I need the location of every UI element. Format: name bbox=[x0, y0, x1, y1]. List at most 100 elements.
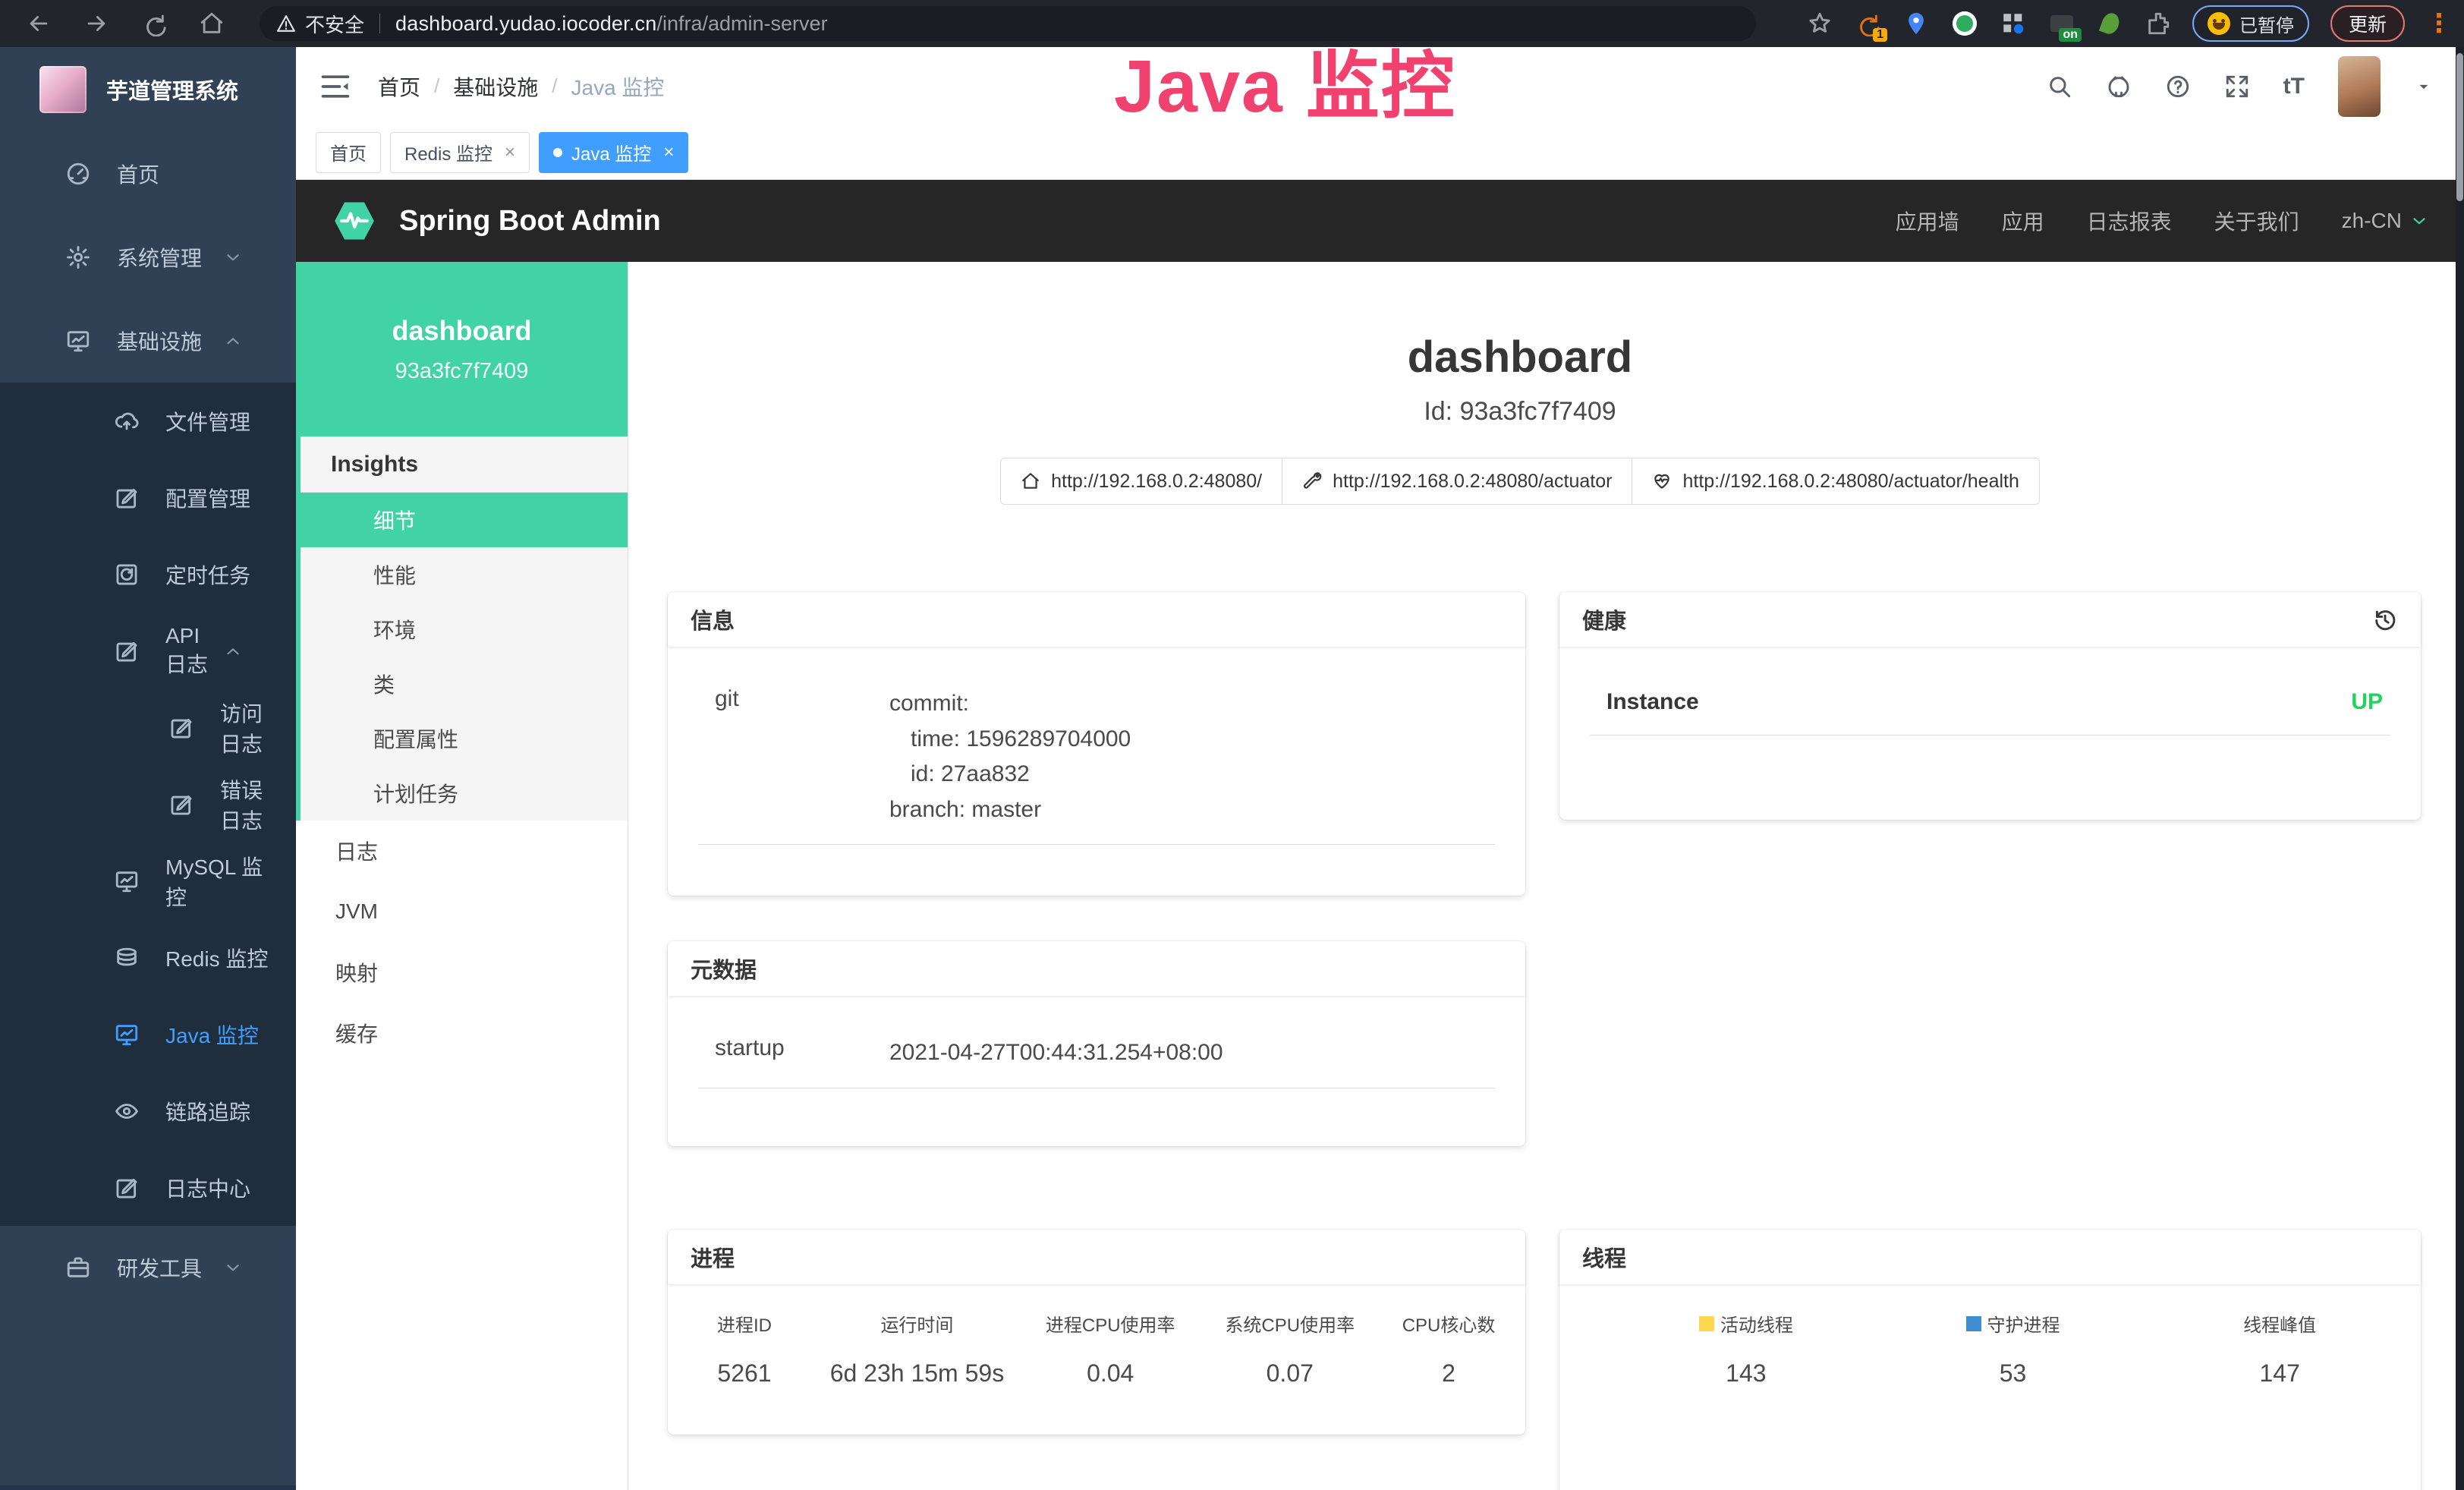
service-url-button[interactable]: http://192.168.0.2:48080/ bbox=[1000, 458, 1282, 505]
sidebar-item-label: 首页 bbox=[117, 159, 159, 189]
sidebar-item-mysql-monitor[interactable]: MySQL 监控 bbox=[0, 843, 296, 919]
extension-grid-icon[interactable] bbox=[2000, 10, 2027, 37]
stat-label: 进程ID bbox=[675, 1310, 813, 1337]
forward-icon[interactable] bbox=[83, 11, 109, 36]
page-scrollbar[interactable] bbox=[2456, 47, 2464, 1490]
sidebar-item-api-log[interactable]: API 日志 bbox=[0, 613, 296, 689]
sidebar-item-label: MySQL 监控 bbox=[165, 851, 269, 912]
sba-nav-wallboard[interactable]: 应用墙 bbox=[1896, 206, 1959, 236]
sidebar-item-log-center[interactable]: 日志中心 bbox=[0, 1149, 296, 1226]
help-icon[interactable] bbox=[2165, 74, 2191, 99]
sba-menu-classes[interactable]: 类 bbox=[301, 657, 628, 711]
stat-value: 143 bbox=[1613, 1359, 1880, 1388]
monitor-icon bbox=[114, 868, 140, 894]
sidebar-item-label: 链路追踪 bbox=[165, 1096, 250, 1126]
edit-icon bbox=[114, 638, 140, 664]
refresh-icon[interactable] bbox=[141, 11, 167, 36]
sidebar-item-file-manage[interactable]: 文件管理 bbox=[0, 383, 296, 459]
browser-home-icon[interactable] bbox=[199, 11, 225, 36]
threads-stats: 活动线程 143 守护进程 53 线程峰值 147 bbox=[1559, 1284, 2421, 1395]
font-size-icon[interactable]: tT bbox=[2283, 74, 2305, 99]
avatar-caret-icon[interactable] bbox=[2414, 77, 2434, 96]
sidebar-item-system[interactable]: 系统管理 bbox=[0, 216, 296, 299]
extension-colorzilla-icon[interactable]: 1 bbox=[1854, 10, 1881, 37]
app-logo-row[interactable]: 芋道管理系统 bbox=[0, 47, 296, 132]
stat-live-threads: 活动线程 143 bbox=[1613, 1310, 1880, 1388]
legend-live-threads-swatch bbox=[1699, 1316, 1714, 1331]
sba-menu-config-props[interactable]: 配置属性 bbox=[301, 711, 628, 766]
close-icon[interactable]: × bbox=[505, 142, 515, 163]
insights-group: Insights 细节 性能 环境 类 配置属性 计划任务 bbox=[296, 436, 628, 821]
sba-menu-jvm[interactable]: JVM bbox=[296, 881, 628, 942]
tab-redis-monitor[interactable]: Redis 监控 × bbox=[390, 132, 530, 173]
extension-pin-icon[interactable] bbox=[1902, 10, 1930, 37]
scrollbar-thumb[interactable] bbox=[2456, 53, 2463, 201]
sidebar-item-infra[interactable]: 基础设施 bbox=[0, 299, 296, 383]
metadata-card-title: 元数据 bbox=[691, 953, 757, 984]
hamburger-icon[interactable] bbox=[319, 70, 352, 103]
stat-value: 0.07 bbox=[1200, 1359, 1380, 1388]
sba-menu-environment[interactable]: 环境 bbox=[301, 602, 628, 657]
extension-leaf-icon[interactable] bbox=[2097, 10, 2124, 37]
address-bar[interactable]: 不安全 dashboard.yudao.iocoder.cn /infra/ad… bbox=[260, 6, 1756, 41]
health-url-button[interactable]: http://192.168.0.2:48080/actuator/health bbox=[1632, 458, 2039, 505]
tab-label: Redis 监控 bbox=[404, 139, 492, 165]
stat-uptime: 运行时间 6d 23h 15m 59s bbox=[813, 1310, 1021, 1388]
insights-section-title: Insights bbox=[301, 436, 628, 493]
close-icon[interactable]: × bbox=[663, 142, 674, 163]
sba-instance-sidebar: dashboard 93a3fc7f7409 Insights 细节 性能 环境… bbox=[296, 262, 628, 1490]
health-instance-row: Instance UP bbox=[1590, 666, 2390, 736]
sidebar-item-tracing[interactable]: 链路追踪 bbox=[0, 1073, 296, 1149]
back-icon[interactable] bbox=[26, 11, 52, 36]
sidebar-item-config-manage[interactable]: 配置管理 bbox=[0, 459, 296, 536]
sba-nav-about[interactable]: 关于我们 bbox=[2214, 206, 2299, 236]
dashboard-icon bbox=[65, 161, 91, 187]
wrench-icon bbox=[1302, 471, 1322, 491]
sba-nav-journal[interactable]: 日志报表 bbox=[2087, 206, 2172, 236]
sba-menu-logging[interactable]: 日志 bbox=[296, 821, 628, 881]
sba-locale-select[interactable]: zh-CN bbox=[2342, 209, 2429, 233]
health-card: 健康 Instance UP bbox=[1559, 592, 2421, 820]
history-icon[interactable] bbox=[2372, 606, 2398, 632]
github-icon[interactable] bbox=[2106, 74, 2132, 99]
sba-menu-caches[interactable]: 缓存 bbox=[296, 1003, 628, 1063]
actuator-url-button[interactable]: http://192.168.0.2:48080/actuator bbox=[1282, 458, 1632, 505]
search-icon[interactable] bbox=[2047, 74, 2072, 99]
extension-switch-icon[interactable]: on bbox=[2048, 10, 2075, 37]
extension-green-icon[interactable] bbox=[1951, 10, 1978, 37]
sba-nav-applications[interactable]: 应用 bbox=[2002, 206, 2044, 236]
sidebar-item-cron-job[interactable]: 定时任务 bbox=[0, 536, 296, 613]
sba-menu-scheduled-tasks[interactable]: 计划任务 bbox=[301, 766, 628, 821]
threads-chart: 140 120 100 bbox=[1559, 1433, 2421, 1490]
browser-update-button[interactable]: 更新 bbox=[2330, 5, 2405, 42]
breadcrumb-separator: / bbox=[552, 74, 557, 98]
info-card: 信息 git commit: time: 1596289704000 id: 2… bbox=[668, 592, 1525, 896]
sidebar-item-access-log[interactable]: 访问日志 bbox=[0, 689, 296, 766]
user-avatar[interactable] bbox=[2338, 56, 2381, 117]
sba-menu-metrics[interactable]: 性能 bbox=[301, 547, 628, 602]
sidebar-item-dev-tools[interactable]: 研发工具 bbox=[0, 1226, 296, 1309]
tab-home[interactable]: 首页 bbox=[316, 132, 381, 173]
git-time-line: time: 1596289704000 bbox=[889, 722, 1495, 758]
profile-paused-chip[interactable]: 已暂停 bbox=[2192, 5, 2309, 42]
sba-logo-icon[interactable] bbox=[331, 197, 378, 244]
browser-menu-icon[interactable]: ⋮ bbox=[2426, 11, 2452, 36]
sba-main-content: dashboard Id: 93a3fc7f7409 http://192.16… bbox=[629, 262, 2456, 1490]
sidebar-item-home[interactable]: 首页 bbox=[0, 132, 296, 216]
bookmark-star-icon[interactable] bbox=[1807, 11, 1833, 36]
sidebar-item-java-monitor[interactable]: Java 监控 bbox=[0, 996, 296, 1073]
sba-brand[interactable]: Spring Boot Admin bbox=[399, 205, 661, 238]
breadcrumb-home[interactable]: 首页 bbox=[378, 71, 420, 102]
breadcrumb-infra[interactable]: 基础设施 bbox=[453, 71, 538, 102]
sidebar-bottom-strip bbox=[0, 1485, 296, 1490]
sba-menu-mappings[interactable]: 映射 bbox=[296, 942, 628, 1003]
page-subtitle: Id: 93a3fc7f7409 bbox=[629, 397, 2411, 427]
extensions-puzzle-icon[interactable] bbox=[2145, 11, 2171, 36]
tab-java-monitor[interactable]: Java 监控 × bbox=[539, 132, 688, 173]
sidebar-item-error-log[interactable]: 错误日志 bbox=[0, 766, 296, 843]
fullscreen-icon[interactable] bbox=[2224, 74, 2250, 99]
instance-header[interactable]: dashboard 93a3fc7f7409 bbox=[296, 262, 628, 436]
extension-on-badge: on bbox=[2059, 28, 2082, 42]
sba-menu-details[interactable]: 细节 bbox=[301, 493, 628, 547]
sidebar-item-redis-monitor[interactable]: Redis 监控 bbox=[0, 919, 296, 996]
